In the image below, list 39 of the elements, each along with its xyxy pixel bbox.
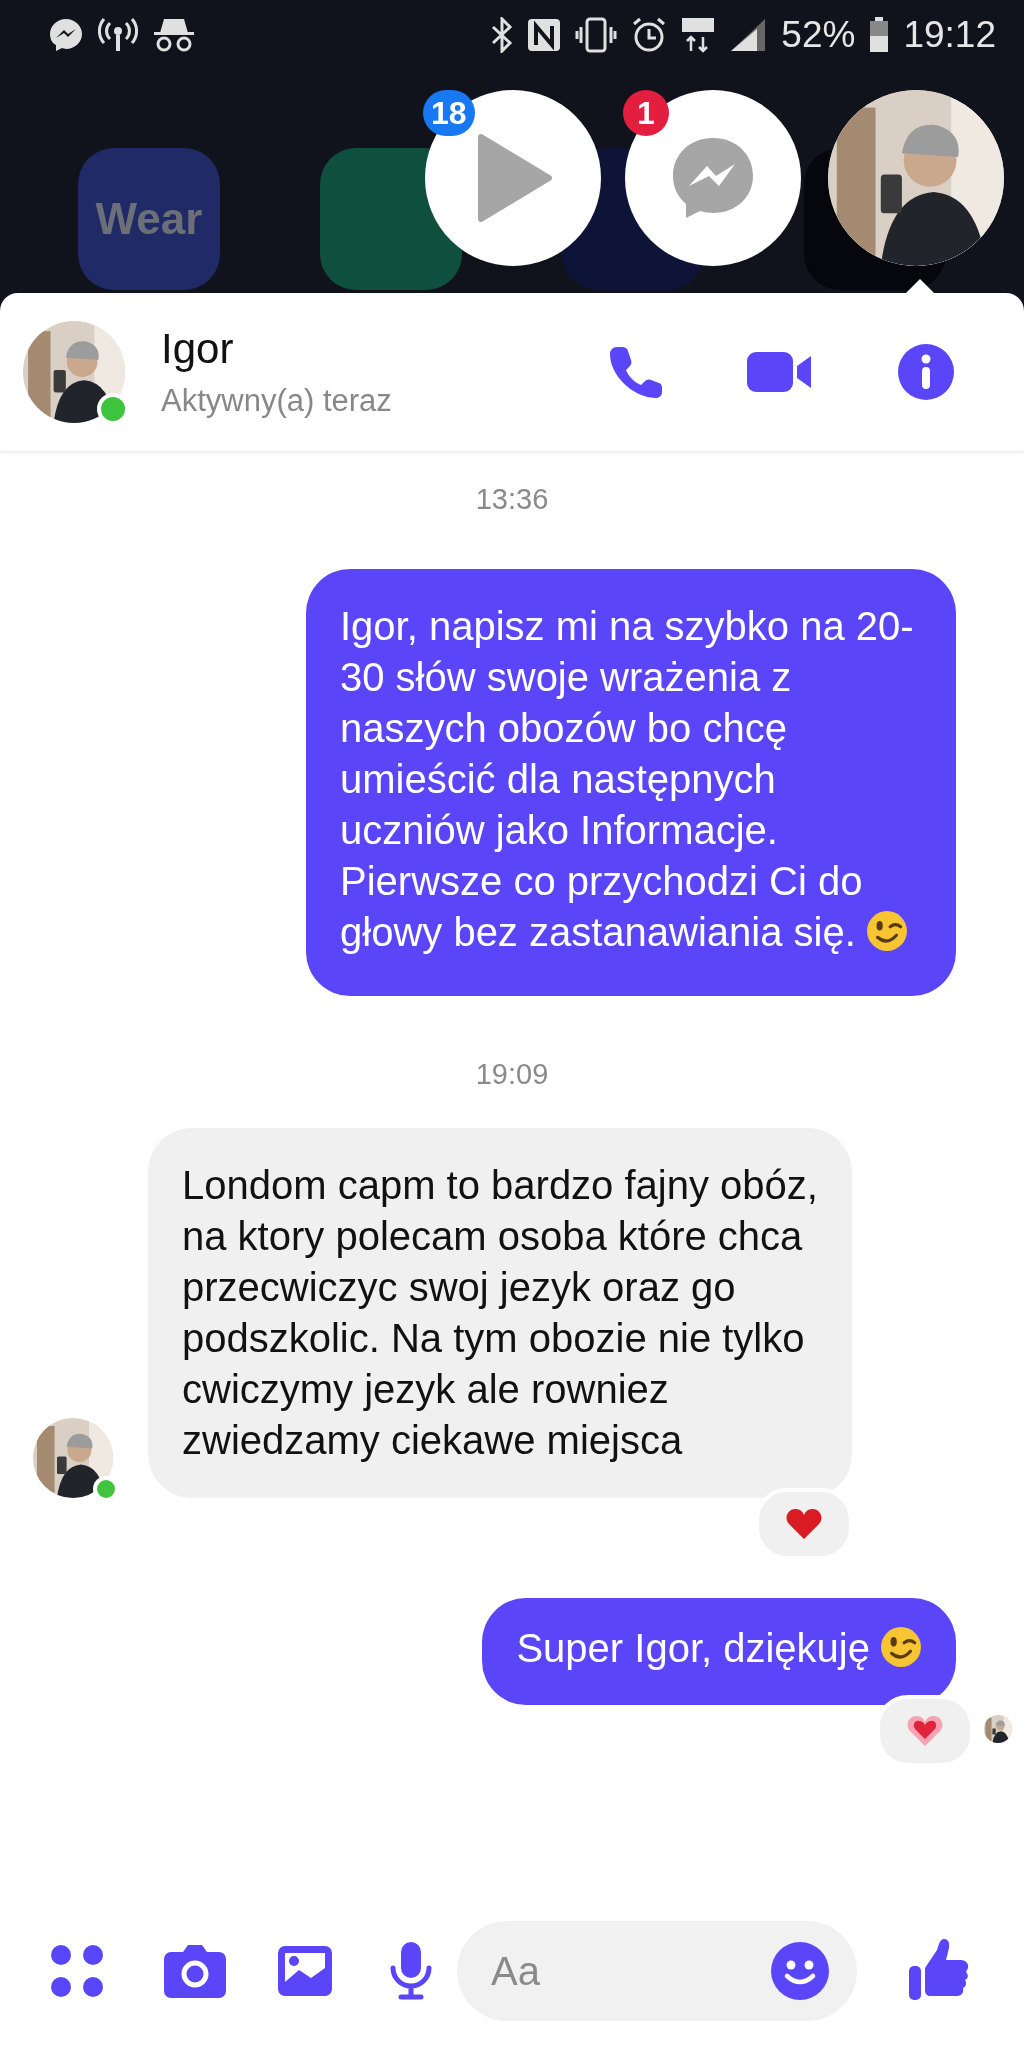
seen-avatar [984,1715,1012,1743]
vibrate-icon [575,17,618,53]
hotspot-icon [98,17,138,53]
clock: 19:12 [903,14,996,56]
timestamp: 13:36 [475,483,549,517]
signal-icon [729,17,768,53]
phone-icon[interactable] [608,345,662,399]
messenger-icon [48,17,84,53]
battery-icon [869,17,890,53]
emoji-icon[interactable] [771,1942,829,2000]
contact-name: Igor [161,325,235,373]
wink-emoji-icon [865,910,908,952]
chat-head[interactable]: 18 [425,90,601,266]
lte-icon [681,17,716,53]
message-bubble: Londom capm to bardzo fajny obóz, na ktory polecam osoba które chca przecwiczyc swoj jezyk oraz go podszkolic. Na tym obozie nie tylko cwiczymy jezyk ale rowniez zwiedzamy ciekawe miejsca [148,1128,852,1498]
bluetooth-icon [491,17,514,53]
timestamp: 19:09 [475,1058,549,1092]
heart-icon [786,1508,822,1540]
message-bubble: Super Igor, dziękuję [482,1598,956,1705]
message-bubble: Igor, napisz mi na szybko na 20-30 słów swoje wrażenia z naszych obozów bo chcę umieścić dla następnych uczniów jako Informacje. Pierwsze co przychodzi Ci do głowy bez zastanawiania się. [306,569,956,996]
heart-icon [907,1715,943,1747]
video-call-icon[interactable] [747,350,813,394]
message-input[interactable]: Aa [457,1921,857,2021]
contact-status: Aktywny(a) teraz [161,383,393,419]
battery-percent: 52% [781,14,856,56]
app-icon: Wear [78,148,220,290]
info-icon[interactable] [898,344,954,400]
nfc-icon [527,17,562,53]
wink-emoji-icon [880,1626,922,1668]
notification-badge: 1 [623,90,669,136]
apps-menu-icon[interactable] [50,1944,104,1998]
incognito-icon [152,17,196,53]
chat-head[interactable]: 1 [625,90,801,266]
image-icon[interactable] [276,1944,334,1998]
alarm-icon [631,17,668,53]
camera-icon[interactable] [163,1944,227,1998]
thumbs-up-icon[interactable] [909,1938,969,2000]
notification-badge: 18 [423,90,475,136]
microphone-icon[interactable] [389,1942,433,2000]
